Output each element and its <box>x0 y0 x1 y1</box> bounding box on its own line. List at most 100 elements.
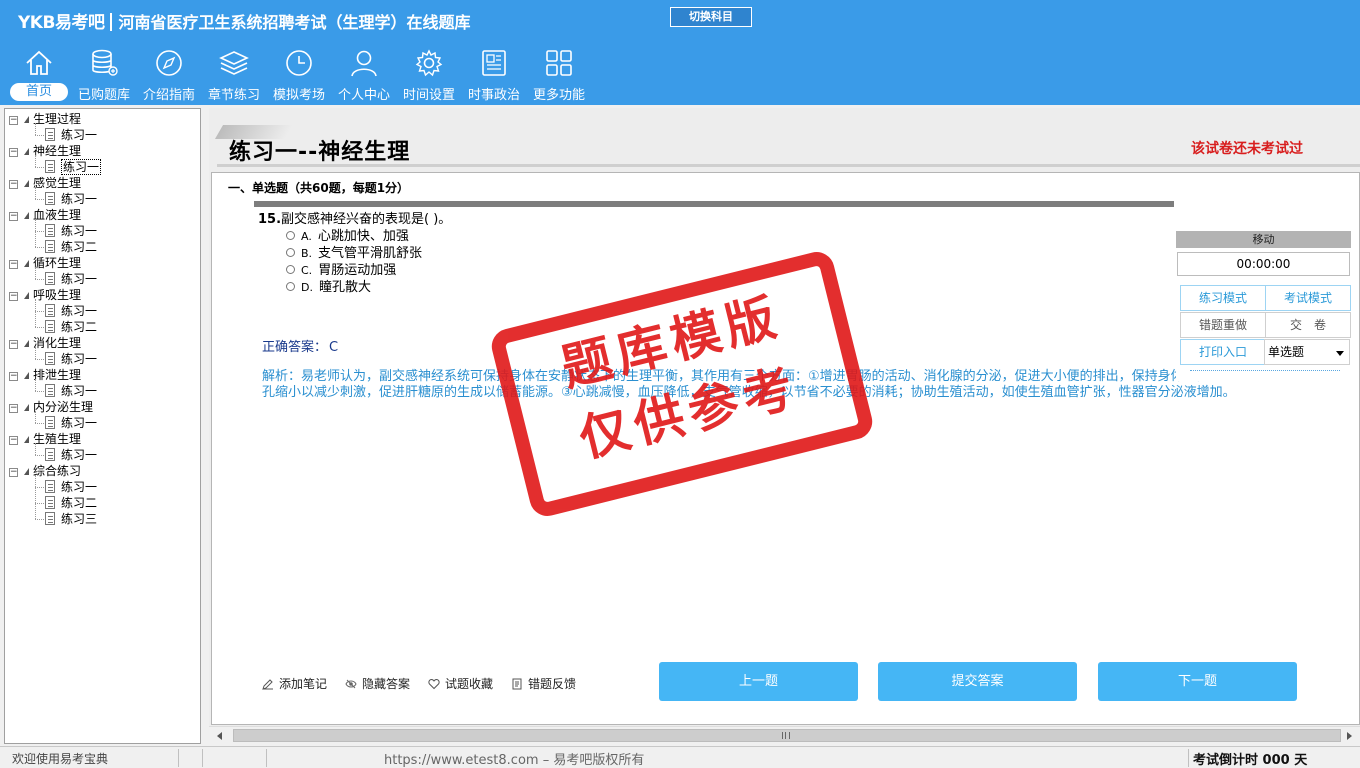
scroll-right-icon[interactable] <box>1347 732 1352 740</box>
tree-chapter-label: 排泄生理 <box>33 368 82 382</box>
exam-mode-button[interactable]: 考试模式 <box>1265 285 1351 311</box>
tree-item[interactable]: 练习一 <box>45 271 97 287</box>
collapse-icon[interactable]: − <box>9 292 18 301</box>
nav-mock-exam[interactable]: 模拟考场 <box>266 48 332 104</box>
folder-icon <box>24 212 29 219</box>
scroll-thumb[interactable] <box>233 729 1341 742</box>
pencil-icon <box>262 679 273 690</box>
grid-icon <box>546 50 572 76</box>
tree-item[interactable]: 练习一 <box>45 223 97 239</box>
database-icon <box>92 49 118 76</box>
next-question-button[interactable]: 下一题 <box>1098 662 1297 701</box>
document-icon <box>45 272 55 285</box>
tree-item-label: 练习一 <box>61 352 98 366</box>
panel-scrollbar[interactable] <box>1190 370 1340 371</box>
radio-c[interactable] <box>286 265 295 274</box>
collapse-icon[interactable]: − <box>9 260 18 269</box>
collapse-icon[interactable]: − <box>9 436 18 445</box>
tree-chapter[interactable]: − 循环生理 <box>9 255 81 271</box>
tree-chapter[interactable]: − 生殖生理 <box>9 431 81 447</box>
radio-b[interactable] <box>286 248 295 257</box>
print-entry-button[interactable]: 打印入口 <box>1180 339 1266 365</box>
collapse-icon[interactable]: − <box>9 404 18 413</box>
question-type-value: 单选题 <box>1268 345 1305 359</box>
nav-label: 时间设置 <box>402 88 455 103</box>
tree-item[interactable]: 练习一 <box>45 383 97 399</box>
submit-answer-button[interactable]: 提交答案 <box>878 662 1077 701</box>
question-type-select[interactable]: 单选题 <box>1264 339 1350 365</box>
tree-item-label: 练习二 <box>61 496 98 510</box>
move-handle[interactable]: 移动 <box>1176 231 1351 248</box>
tree-chapter[interactable]: − 呼吸生理 <box>9 287 81 303</box>
nav-personal-center[interactable]: 个人中心 <box>331 48 397 104</box>
tree-chapter[interactable]: − 感觉生理 <box>9 175 81 191</box>
add-note-button[interactable]: 添加笔记 <box>262 675 327 692</box>
nav-time-settings[interactable]: 时间设置 <box>396 48 462 104</box>
tree-item-label: 练习一 <box>61 224 98 238</box>
nav-label: 已购题库 <box>77 88 130 103</box>
collapse-icon[interactable]: − <box>9 212 18 221</box>
document-icon <box>45 320 55 333</box>
tree-chapter[interactable]: − 生理过程 <box>9 111 81 127</box>
redo-wrong-button[interactable]: 错题重做 <box>1180 312 1266 338</box>
radio-a[interactable] <box>286 231 295 240</box>
submit-paper-button[interactable]: 交 卷 <box>1265 312 1351 338</box>
document-icon <box>45 128 55 141</box>
tree-item[interactable]: 练习一 <box>45 479 97 495</box>
tree-chapter-label: 感觉生理 <box>33 176 82 190</box>
collapse-icon[interactable]: − <box>9 372 18 381</box>
option-d[interactable]: D. 瞳孔散大 <box>286 276 371 295</box>
tree-chapter[interactable]: − 综合练习 <box>9 463 81 479</box>
collapse-icon[interactable]: − <box>9 116 18 125</box>
tree-chapter[interactable]: − 内分泌生理 <box>9 399 93 415</box>
correct-answer: 正确答案： C <box>262 336 338 355</box>
feedback-button[interactable]: 错题反馈 <box>511 675 576 692</box>
tree-item[interactable]: 练习一 <box>45 191 97 207</box>
nav-guide[interactable]: 介绍指南 <box>136 48 202 104</box>
folder-icon <box>24 404 29 411</box>
favorite-button[interactable]: 试题收藏 <box>428 675 493 692</box>
nav-current-affairs[interactable]: 时事政治 <box>461 48 527 104</box>
folder-icon <box>24 260 29 267</box>
nav-chapter-practice[interactable]: 章节练习 <box>201 48 267 104</box>
hide-answer-button[interactable]: 隐藏答案 <box>345 675 410 692</box>
tree-item[interactable]: 练习一 <box>45 415 97 431</box>
exam-countdown: 考试倒计时 000 天 <box>1193 753 1308 768</box>
header: YKB易考吧 河南省医疗卫生系统招聘考试（生理学）在线题库 切换科目 首页 已购题… <box>0 0 1360 105</box>
tree-chapter[interactable]: − 排泄生理 <box>9 367 81 383</box>
tree-item[interactable]: 练习一 <box>45 159 102 175</box>
tree-item[interactable]: 练习一 <box>45 303 97 319</box>
document-icon <box>45 240 55 253</box>
collapse-icon[interactable]: − <box>9 180 18 189</box>
tree-chapter[interactable]: − 神经生理 <box>9 143 81 159</box>
chevron-down-icon <box>1336 351 1344 356</box>
tree-item[interactable]: 练习二 <box>45 239 97 255</box>
radio-d[interactable] <box>286 282 295 291</box>
nav-purchased[interactable]: 已购题库 <box>71 48 137 104</box>
horizontal-scrollbar[interactable] <box>209 726 1360 744</box>
tree-chapter[interactable]: − 血液生理 <box>9 207 81 223</box>
nav-more[interactable]: 更多功能 <box>526 48 592 104</box>
collapse-icon[interactable]: − <box>9 148 18 157</box>
tree-item[interactable]: 练习一 <box>45 351 97 367</box>
practice-mode-button[interactable]: 练习模式 <box>1180 285 1266 311</box>
collapse-icon[interactable]: − <box>9 340 18 349</box>
tree-item[interactable]: 练习二 <box>45 319 97 335</box>
tree-item-label: 练习二 <box>61 320 98 334</box>
scroll-left-icon[interactable] <box>217 732 222 740</box>
tree-chapter[interactable]: − 消化生理 <box>9 335 81 351</box>
document-icon <box>45 192 55 205</box>
prev-question-button[interactable]: 上一题 <box>659 662 858 701</box>
eye-off-icon <box>345 679 357 689</box>
tree-item[interactable]: 练习三 <box>45 511 97 527</box>
tree-item[interactable]: 练习一 <box>45 127 97 143</box>
switch-subject-button[interactable]: 切换科目 <box>670 7 752 27</box>
tree-item[interactable]: 练习一 <box>45 447 97 463</box>
document-icon <box>45 448 55 461</box>
collapse-icon[interactable]: − <box>9 468 18 477</box>
nav-label: 时事政治 <box>467 88 520 103</box>
folder-icon <box>24 292 29 299</box>
nav-home[interactable]: 首页 <box>6 48 72 104</box>
tree-item[interactable]: 练习二 <box>45 495 97 511</box>
tree-chapter-label: 呼吸生理 <box>33 288 82 302</box>
